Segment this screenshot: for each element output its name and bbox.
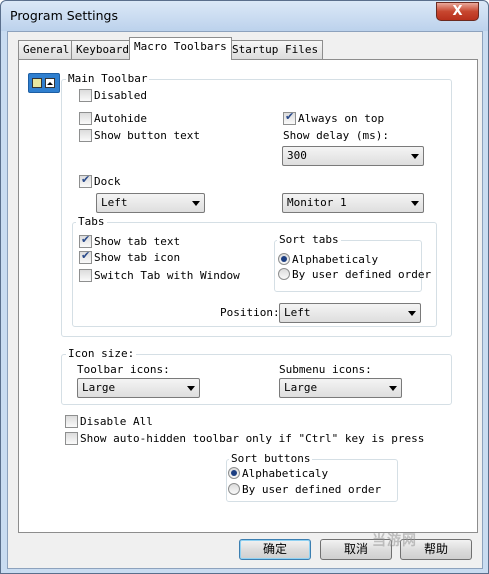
watermark: 当游网 — [372, 533, 417, 549]
dock-side-value: Left — [101, 196, 128, 209]
toolbar-icons-select[interactable]: Large — [77, 378, 200, 398]
close-button[interactable]: X — [436, 2, 479, 21]
dock-checkbox[interactable] — [79, 173, 92, 188]
close-icon: X — [452, 4, 463, 19]
sort-tabs-alphabetical-label: Alphabeticaly — [292, 253, 379, 266]
chevron-down-icon — [389, 386, 397, 391]
show-button-text-label: Show button text — [94, 129, 200, 142]
position-value: Left — [284, 306, 311, 319]
show-auto-hidden-checkbox[interactable] — [65, 432, 78, 445]
chevron-down-icon — [187, 386, 195, 391]
disable-all-checkbox[interactable] — [65, 415, 78, 428]
autohide-label: Autohide — [94, 112, 147, 125]
always-on-top-checkbox[interactable] — [283, 110, 296, 125]
position-label: Position: — [220, 306, 280, 319]
submenu-icons-value: Large — [284, 381, 318, 394]
monitor-value: Monitor 1 — [287, 196, 347, 209]
monitor-select[interactable]: Monitor 1 — [282, 193, 424, 213]
submenu-icons-select[interactable]: Large — [279, 378, 402, 398]
window-title: Program Settings — [10, 8, 118, 23]
autohide-checkbox[interactable] — [79, 112, 92, 125]
show-tab-icon-label: Show tab icon — [94, 251, 181, 264]
toolbar-icons-value: Large — [82, 381, 116, 394]
divider — [78, 105, 436, 106]
show-delay-select[interactable]: 300 — [282, 146, 424, 166]
show-tab-text-label: Show tab text — [94, 235, 181, 248]
sort-tabs-title: Sort tabs — [277, 233, 341, 246]
main-toolbar-title: Main Toolbar — [66, 72, 150, 85]
switch-tab-with-window-label: Switch Tab with Window — [94, 269, 240, 282]
disable-all-label: Disable All — [80, 415, 153, 428]
sort-buttons-alphabetical-label: Alphabeticaly — [242, 467, 329, 480]
sort-tabs-user-order-radio[interactable] — [278, 268, 290, 280]
show-button-text-checkbox[interactable] — [79, 129, 92, 142]
toolbar-icons-label: Toolbar icons: — [77, 363, 170, 376]
tab-startup-files[interactable]: Startup Files — [227, 40, 324, 59]
chevron-down-icon — [411, 154, 419, 159]
sort-buttons-alphabetical-radio[interactable] — [228, 467, 240, 479]
sort-tabs-user-order-label: By user defined order — [292, 268, 432, 281]
chevron-down-icon — [408, 311, 416, 316]
always-on-top-label: Always on top — [298, 112, 385, 125]
tabs-group-title: Tabs — [76, 215, 107, 228]
sort-buttons-title: Sort buttons — [229, 452, 313, 465]
divider — [78, 168, 436, 169]
switch-tab-with-window-checkbox[interactable] — [79, 269, 92, 282]
tab-keyboard[interactable]: Keyboard — [71, 40, 134, 59]
chevron-down-icon — [411, 201, 419, 206]
dock-side-select[interactable]: Left — [96, 193, 205, 213]
tab-macro-toolbars[interactable]: Macro Toolbars — [129, 37, 232, 60]
disabled-checkbox[interactable] — [79, 89, 92, 102]
icon-size-title: Icon size: — [66, 347, 137, 360]
title-bar[interactable]: Program Settings X — [1, 1, 488, 31]
show-auto-hidden-label: Show auto-hidden toolbar only if "Ctrl" … — [80, 432, 425, 445]
sort-buttons-user-order-radio[interactable] — [228, 483, 240, 495]
sort-buttons-user-order-label: By user defined order — [242, 483, 382, 496]
sort-tabs-group — [274, 240, 422, 292]
toolbar-icon — [28, 73, 60, 93]
tab-general[interactable]: General — [18, 40, 75, 59]
ok-button[interactable]: 确定 — [239, 539, 311, 560]
position-select[interactable]: Left — [279, 303, 421, 323]
show-tab-text-checkbox[interactable] — [79, 233, 92, 248]
sort-tabs-alphabetical-radio[interactable] — [278, 253, 290, 265]
dock-label: Dock — [94, 175, 121, 188]
submenu-icons-label: Submenu icons: — [279, 363, 372, 376]
chevron-down-icon — [192, 201, 200, 206]
show-delay-label: Show delay (ms): — [283, 129, 389, 142]
show-delay-value: 300 — [287, 149, 307, 162]
disabled-label: Disabled — [94, 89, 147, 102]
show-tab-icon-checkbox[interactable] — [79, 249, 92, 264]
